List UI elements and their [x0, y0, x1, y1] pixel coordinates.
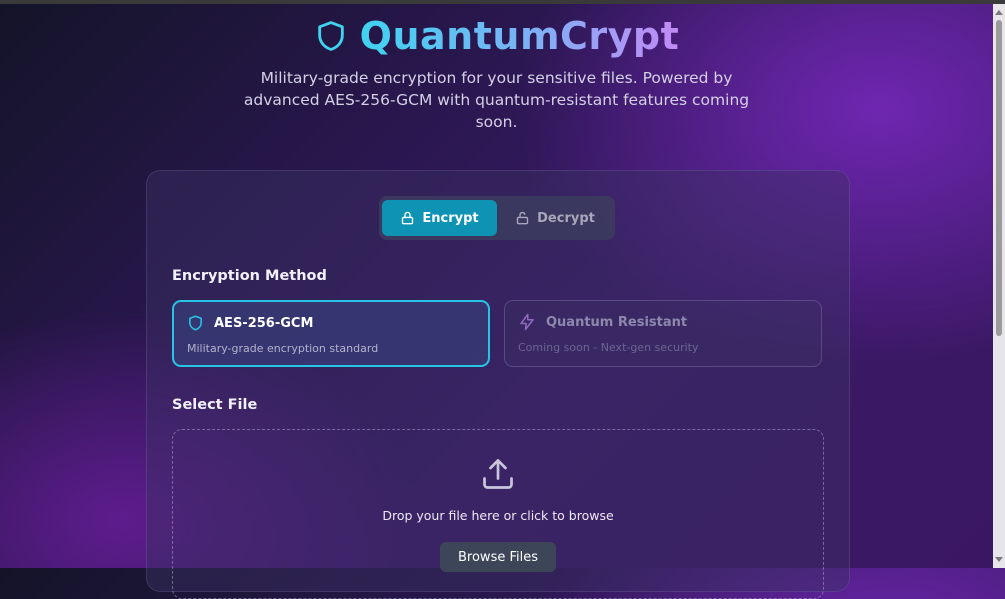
method-description: Coming soon - Next-gen security — [518, 341, 699, 354]
method-name: AES-256-GCM — [214, 315, 314, 331]
method-option-quantum-head: Quantum Resistant — [518, 313, 687, 331]
tab-encrypt-label: Encrypt — [422, 210, 479, 226]
encryption-method-heading: Encryption Method — [172, 268, 327, 284]
scroll-up-arrow-icon[interactable] — [995, 10, 1003, 15]
mode-tabs: Encrypt Decrypt — [379, 196, 615, 240]
method-option-aes[interactable]: AES-256-GCM Military-grade encryption st… — [172, 300, 490, 367]
vertical-scrollbar[interactable] — [993, 4, 1005, 568]
tab-encrypt[interactable]: Encrypt — [382, 200, 497, 236]
dropzone-text: Drop your file here or click to browse — [382, 508, 614, 523]
scrollbar-thumb[interactable] — [996, 20, 1002, 336]
lightning-icon — [520, 313, 534, 331]
method-option-quantum[interactable]: Quantum Resistant Coming soon - Next-gen… — [504, 300, 822, 367]
title-row: QuantumCrypt — [0, 14, 993, 58]
window-top-edge — [0, 0, 1005, 4]
upload-icon — [483, 459, 513, 489]
app-title: QuantumCrypt — [359, 14, 680, 58]
method-name: Quantum Resistant — [546, 314, 688, 330]
app-subtitle: Military-grade encryption for your sensi… — [243, 69, 750, 131]
lock-icon — [402, 211, 414, 225]
shield-icon — [317, 21, 344, 51]
tab-decrypt-label: Decrypt — [537, 210, 595, 226]
method-description: Military-grade encryption standard — [187, 342, 379, 355]
shield-icon — [189, 315, 202, 331]
encryption-card: Encrypt Decrypt Encryption Method AES-25… — [146, 170, 850, 599]
scroll-down-arrow-icon[interactable] — [995, 557, 1003, 562]
unlock-icon — [516, 211, 529, 225]
page-header: QuantumCrypt Military-grade encryption f… — [0, 14, 993, 133]
method-option-aes-head: AES-256-GCM — [187, 314, 313, 332]
file-dropzone[interactable]: Drop your file here or click to browse B… — [172, 429, 824, 599]
tab-decrypt[interactable]: Decrypt — [499, 200, 611, 236]
select-file-heading: Select File — [172, 397, 258, 413]
